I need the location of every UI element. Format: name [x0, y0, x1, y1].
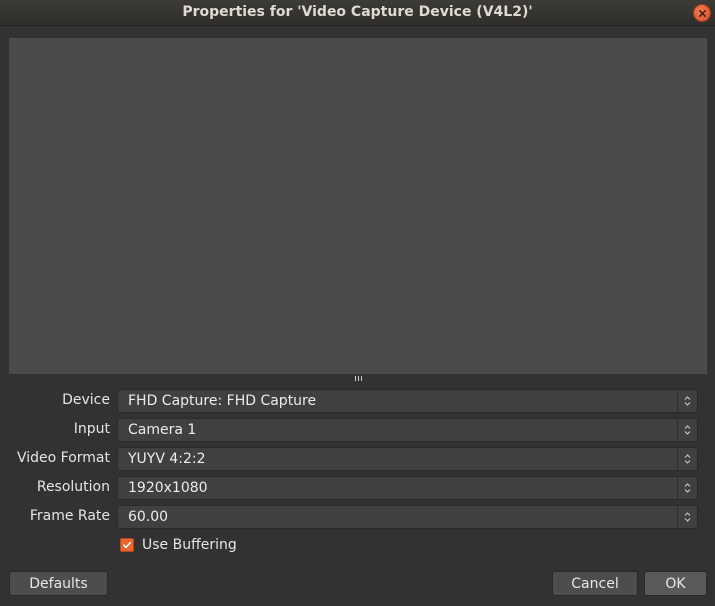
frame-rate-value: 60.00: [128, 509, 169, 525]
input-combo[interactable]: Camera 1: [117, 418, 698, 442]
combo-arrows-icon: [677, 506, 697, 528]
defaults-button[interactable]: Defaults: [9, 571, 108, 596]
resolution-label: Resolution: [36, 479, 110, 495]
close-icon: [698, 9, 706, 17]
video-format-combo[interactable]: YUYV 4:2:2: [117, 447, 698, 471]
combo-arrows-icon: [677, 390, 697, 412]
resolution-combo[interactable]: 1920x1080: [117, 476, 698, 500]
cancel-button[interactable]: Cancel: [552, 571, 638, 596]
resolution-value: 1920x1080: [128, 480, 208, 496]
splitter-handle[interactable]: [354, 376, 363, 381]
properties-dialog: Properties for 'Video Capture Device (V4…: [0, 0, 715, 606]
combo-arrows-icon: [677, 419, 697, 441]
video-format-value: YUYV 4:2:2: [128, 451, 206, 467]
device-combo[interactable]: FHD Capture: FHD Capture: [117, 389, 698, 413]
input-value: Camera 1: [128, 422, 197, 438]
use-buffering-label: Use Buffering: [142, 537, 237, 553]
frame-rate-combo[interactable]: 60.00: [117, 505, 698, 529]
close-button[interactable]: [693, 4, 711, 22]
use-buffering-checkbox-row[interactable]: Use Buffering: [120, 537, 237, 553]
use-buffering-checkbox[interactable]: [120, 538, 134, 552]
video-format-label: Video Format: [16, 450, 110, 466]
input-label: Input: [73, 421, 110, 437]
frame-rate-label: Frame Rate: [29, 508, 110, 524]
ok-button[interactable]: OK: [644, 571, 707, 596]
title-bar[interactable]: Properties for 'Video Capture Device (V4…: [0, 0, 715, 26]
combo-arrows-icon: [677, 448, 697, 470]
combo-arrows-icon: [677, 477, 697, 499]
window-title: Properties for 'Video Capture Device (V4…: [182, 4, 533, 20]
device-value: FHD Capture: FHD Capture: [128, 393, 317, 409]
checkmark-icon: [123, 541, 132, 549]
device-label: Device: [62, 392, 110, 408]
video-preview: [9, 38, 707, 374]
